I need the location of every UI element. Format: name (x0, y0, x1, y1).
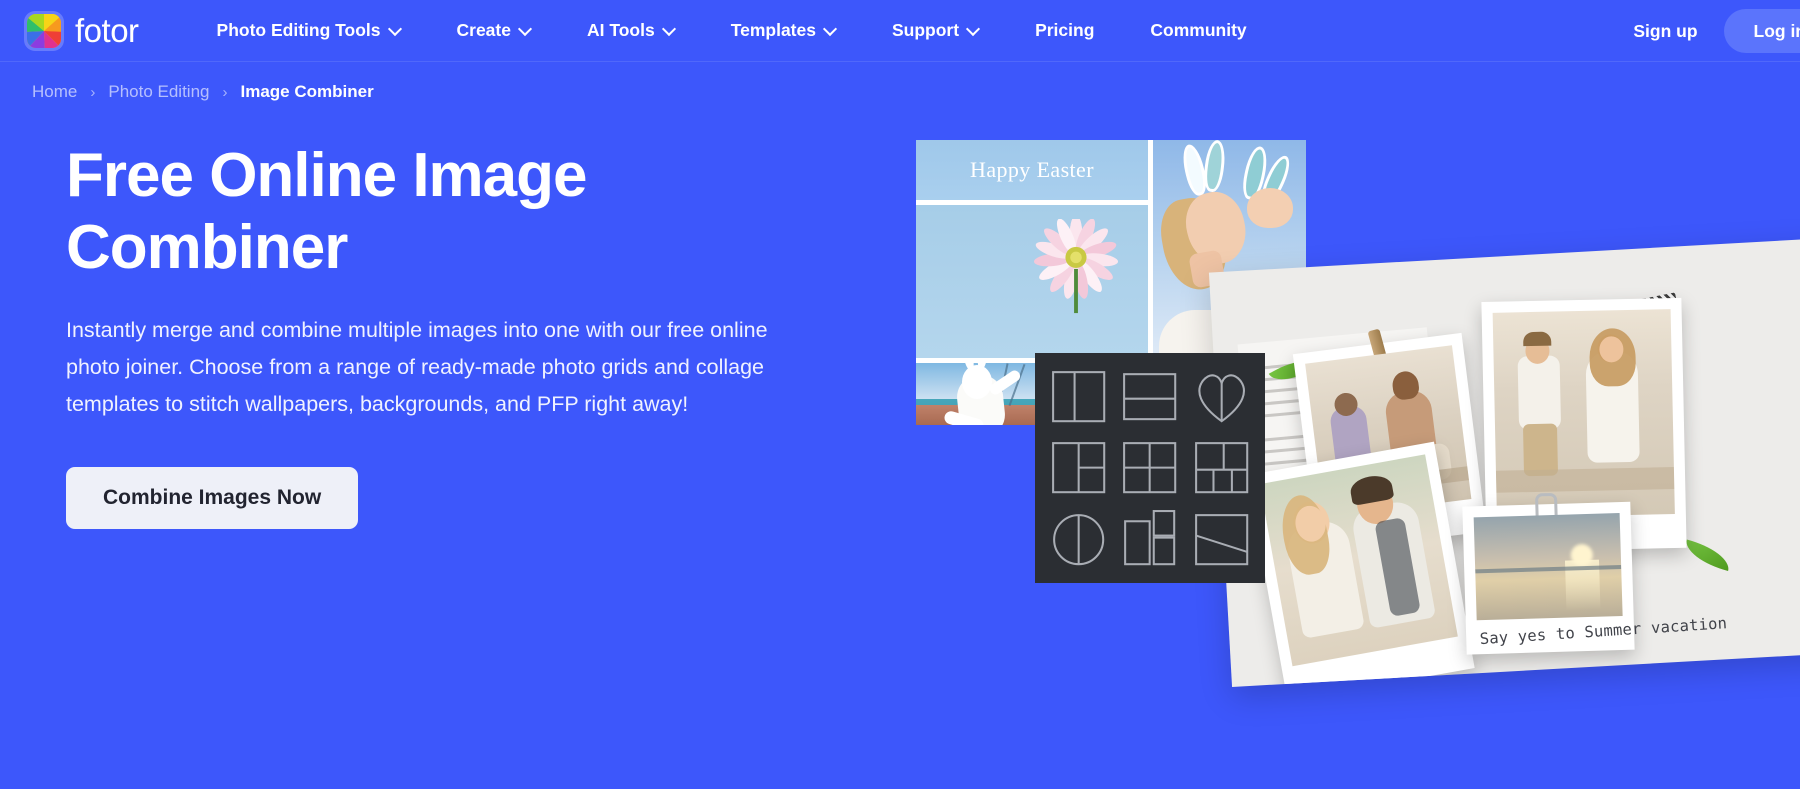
chevron-down-icon (520, 24, 531, 35)
photo-thumbnail (1259, 454, 1458, 667)
header-account-actions: Sign up Log in (1607, 0, 1800, 62)
wedding-couple-polaroid[interactable] (1246, 441, 1475, 687)
fotor-color-wheel-icon (24, 10, 64, 51)
log-in-button[interactable]: Log in (1723, 9, 1800, 53)
nav-label: Photo Editing Tools (216, 20, 381, 40)
nav-label: Pricing (1035, 20, 1095, 40)
collage-layout-template-picker[interactable] (1035, 353, 1265, 583)
breadcrumb: Home › Photo Editing › Image Combiner (32, 82, 374, 102)
sign-up-button[interactable]: Sign up (1607, 21, 1723, 42)
brand-name: fotor (75, 12, 139, 49)
chevron-down-icon (664, 24, 675, 35)
photo-thumbnail (1492, 309, 1675, 518)
hero-artwork: Say yes to Summer vacation Happy Easter (900, 120, 1800, 687)
template-two-vertical-panels[interactable] (1048, 366, 1109, 427)
nav-item-community[interactable]: Community (1122, 20, 1274, 41)
hero-copy-block: Free Online Image Combiner Instantly mer… (66, 140, 846, 529)
template-heart-split[interactable] (1191, 366, 1252, 427)
nav-label: Support (891, 20, 960, 40)
second-woman-face (1247, 188, 1293, 228)
breadcrumb-item-photo-editing[interactable]: Photo Editing (108, 82, 209, 102)
pink-gerbera-flower-tile (916, 205, 1148, 358)
template-circle-split[interactable] (1048, 509, 1109, 570)
chevron-down-icon (968, 24, 979, 35)
chevron-down-icon (390, 24, 401, 35)
nav-label: Templates (730, 20, 816, 40)
nav-item-templates[interactable]: Templates (703, 20, 864, 41)
template-two-by-two[interactable] (1119, 437, 1180, 498)
breadcrumb-item-image-combiner: Image Combiner (240, 82, 374, 101)
nav-label: Create (456, 20, 511, 40)
nav-item-ai-tools[interactable]: AI Tools (559, 20, 703, 41)
combine-images-now-button[interactable]: Combine Images Now (66, 466, 359, 529)
page-title: Free Online Image Combiner (66, 141, 588, 282)
template-two-horizontal-panels[interactable] (1119, 366, 1180, 427)
nav-item-photo-editing-tools[interactable]: Photo Editing Tools (189, 20, 429, 41)
polaroid-photo-board: Say yes to Summer vacation (1208, 238, 1800, 687)
breadcrumb-item-home[interactable]: Home (32, 82, 77, 102)
breadcrumb-separator-icon: › (222, 83, 228, 101)
bunny-costume-head (962, 365, 992, 399)
nav-item-pricing[interactable]: Pricing (1007, 20, 1122, 41)
nav-item-create[interactable]: Create (429, 20, 559, 41)
main-navigation: Photo Editing Tools Create AI Tools Temp… (189, 20, 1275, 41)
nav-label: Community (1150, 20, 1247, 40)
template-two-top-three-bottom[interactable] (1191, 437, 1252, 498)
template-tall-plus-two-stacked[interactable] (1119, 509, 1180, 570)
easter-greeting-tile: Happy Easter (916, 140, 1148, 200)
template-diagonal-split[interactable] (1191, 509, 1252, 570)
nav-item-support[interactable]: Support (864, 20, 1007, 41)
nav-label: AI Tools (586, 20, 655, 40)
chevron-down-icon (825, 24, 836, 35)
gerbera-flower-icon (1028, 215, 1124, 315)
brand-logo-link[interactable]: fotor (24, 10, 139, 51)
site-header: fotor Photo Editing Tools Create AI Tool… (0, 0, 1800, 62)
breadcrumb-separator-icon: › (90, 83, 96, 101)
template-left-tall-right-split[interactable] (1048, 437, 1109, 498)
hero-description: Instantly merge and combine multiple ima… (66, 317, 768, 416)
leaf-decoration-icon (1681, 539, 1734, 572)
easter-overlay-text: Happy Easter (970, 157, 1094, 182)
bunny-ear-decoration (1201, 140, 1228, 193)
photo-thumbnail (1473, 513, 1623, 621)
